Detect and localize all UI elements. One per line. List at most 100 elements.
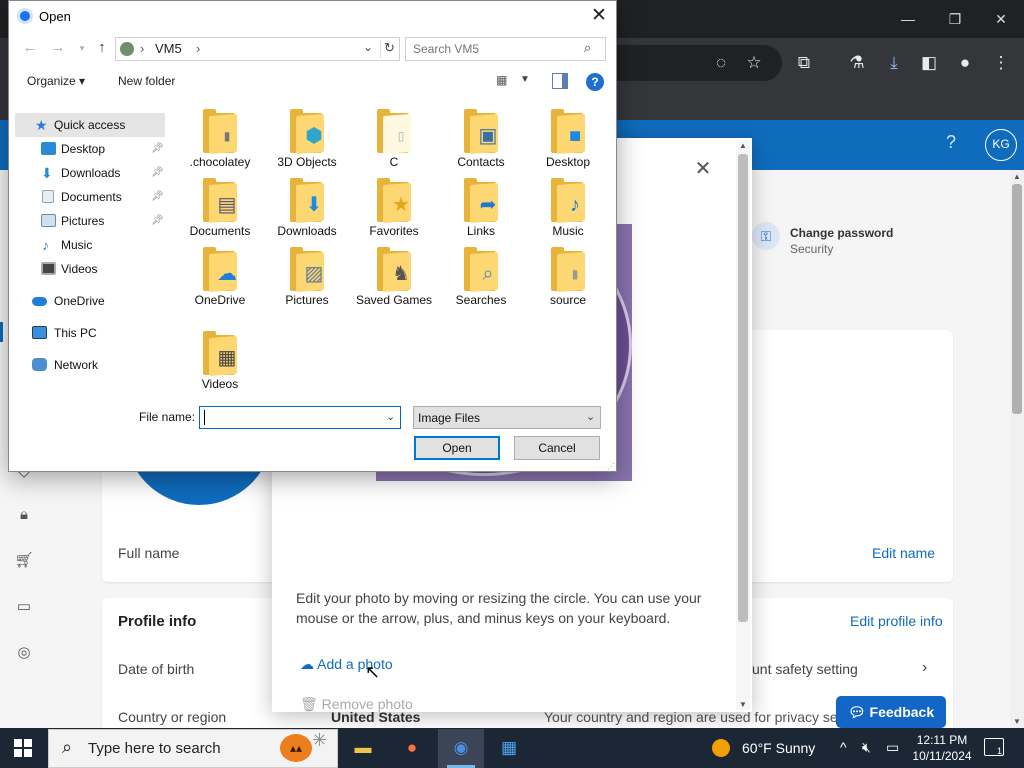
nav-videos[interactable]: Videos (9, 257, 167, 281)
edit-profile-info-link[interactable]: Edit profile info (850, 613, 943, 629)
nav-pictures[interactable]: Pictures 📌︎ (9, 209, 167, 233)
notification-icon[interactable]: 1 (984, 738, 1004, 756)
chevron-right-icon[interactable]: › (922, 659, 927, 677)
chevron-down-icon[interactable]: ⌄ (363, 40, 373, 54)
eye-off-icon[interactable]: ◌ (710, 52, 732, 74)
store-icon[interactable]: ▦ (494, 732, 524, 764)
path-separator[interactable]: › (196, 41, 200, 56)
avatar[interactable]: KG (985, 129, 1017, 161)
firefox-icon[interactable]: ● (397, 732, 427, 764)
lock-icon[interactable]: 🔒︎ (14, 506, 34, 526)
folder-item[interactable]: ★ Favorites (353, 178, 435, 239)
view-options-icon[interactable]: ▦ (496, 73, 512, 89)
chevron-down-icon[interactable]: ⌄ (386, 410, 395, 423)
music-icon: ♪ (42, 237, 49, 253)
chevron-down-icon[interactable]: ⌄ (586, 410, 595, 423)
dialog-close-button[interactable]: ✕ (586, 4, 612, 28)
dialog-titlebar[interactable] (9, 1, 616, 32)
profile-info-title: Profile info (118, 613, 197, 630)
nav-downloads[interactable]: ⬇ Downloads 📌︎ (9, 161, 167, 185)
chrome-icon[interactable]: ◉ (446, 732, 476, 764)
computer-icon (32, 326, 47, 339)
folder-item[interactable]: ⬇ Downloads (266, 178, 348, 239)
file-name: Links (466, 224, 495, 238)
folder-item[interactable]: ➦ Links (440, 178, 522, 239)
edit-name-link[interactable]: Edit name (872, 545, 935, 561)
nav-quick-access[interactable]: ★ Quick access (15, 113, 165, 137)
page-scrollbar[interactable]: ▲ ▼ (1010, 170, 1024, 728)
folder-item[interactable]: ♪ Music (527, 178, 609, 239)
feedback-button[interactable]: 💬︎ Feedback (836, 696, 946, 728)
sun-icon[interactable] (712, 739, 730, 757)
forward-arrow-icon[interactable]: → (49, 39, 67, 59)
remove-photo-link[interactable]: 🗑︎ Remove photo (300, 696, 413, 713)
nav-this-pc[interactable]: This PC (9, 321, 167, 345)
help-button[interactable]: ? (586, 73, 604, 91)
folder-item[interactable]: ⬢ 3D Objects (266, 109, 348, 170)
nav-network[interactable]: Network (9, 353, 167, 377)
folder-item[interactable]: ♞ Saved Games (353, 247, 435, 308)
help-icon[interactable]: ? (940, 132, 962, 153)
windows-start-icon[interactable] (14, 739, 32, 757)
file-name: .chocolatey (189, 155, 251, 169)
volume-muted-icon[interactable]: 🔇︎ (862, 739, 871, 756)
location-icon[interactable]: ◎ (14, 643, 34, 663)
minimize-button[interactable]: — (893, 8, 923, 30)
folder-item[interactable]: ☁ OneDrive (179, 247, 261, 308)
flask-icon[interactable]: ⚗ (846, 52, 868, 74)
modal-scrollbar[interactable]: ▲ ▼ (736, 140, 750, 710)
network-icon[interactable]: ▭ (886, 739, 899, 756)
change-password-title[interactable]: Change password (790, 226, 893, 240)
search-icon[interactable]: ⌕ (584, 40, 591, 56)
view-dropdown-icon[interactable]: ▼ (520, 74, 530, 85)
folder-item[interactable]: ▤ Documents (179, 178, 261, 239)
clock[interactable]: 12:11 PM 10/11/2024 (910, 732, 974, 764)
folder-item[interactable]: ▣ Contacts (440, 109, 522, 170)
folder-item[interactable]: ▮ .chocolatey (179, 109, 261, 170)
weather-widget[interactable]: 60°F Sunny (742, 740, 815, 756)
folder-item[interactable]: ▦ Videos (179, 331, 261, 392)
search-input[interactable]: Search VM5 ⌕ (405, 37, 606, 61)
new-folder-button[interactable]: New folder (118, 74, 175, 88)
path-separator[interactable]: › (140, 41, 144, 56)
star-icon[interactable]: ☆ (743, 52, 765, 74)
pumpkin-icon[interactable]: ▴▴ (280, 734, 312, 762)
folder-item[interactable]: ■ Desktop (527, 109, 609, 170)
resize-grip-icon[interactable]: ⋰ (607, 462, 615, 471)
menu-icon[interactable]: ⋮ (990, 52, 1012, 74)
file-name-input[interactable]: ⌄ (199, 406, 401, 429)
back-arrow-icon[interactable]: ← (21, 39, 39, 59)
profile-icon[interactable]: ● (954, 52, 976, 74)
download-icon[interactable]: ⤓ (883, 52, 905, 74)
extensions-icon[interactable]: ⧉ (793, 52, 815, 74)
account-safety-setting[interactable]: unt safety setting (752, 661, 858, 677)
cancel-button[interactable]: Cancel (514, 436, 600, 460)
path-segment[interactable]: VM5 (155, 41, 182, 56)
music-folder-icon: ♪ (549, 178, 587, 223)
refresh-icon[interactable]: ↻ (380, 40, 398, 58)
folder-item[interactable]: ▨ Pictures (266, 247, 348, 308)
nav-onedrive[interactable]: OneDrive (9, 289, 167, 313)
videos-folder-icon: ▦ (201, 331, 239, 376)
file-type-select[interactable]: Image Files ⌄ (413, 406, 601, 429)
folder-item[interactable]: ▮ source (527, 247, 609, 308)
preview-pane-icon[interactable] (552, 73, 568, 89)
side-panel-icon[interactable]: ◧ (918, 52, 940, 74)
window-close-button[interactable]: ✕ (986, 8, 1016, 30)
organize-menu[interactable]: Organize ▾ (27, 74, 85, 88)
folder-item[interactable]: ⌕ Searches (440, 247, 522, 308)
recent-dropdown-icon[interactable]: ▾ (73, 43, 91, 63)
open-button[interactable]: Open (414, 436, 500, 460)
folder-item[interactable]: ▯ C (353, 109, 435, 170)
card-icon[interactable]: ▭ (14, 597, 34, 617)
chevron-up-icon[interactable]: ^ (840, 739, 847, 755)
modal-close-button[interactable]: ✕ (692, 158, 714, 180)
restore-button[interactable]: ❐ (940, 8, 970, 30)
nav-documents[interactable]: Documents 📌︎ (9, 185, 167, 209)
address-path-bar[interactable]: › VM5 › ⌄ ↻ (115, 37, 400, 61)
file-explorer-icon[interactable]: ▬ (348, 732, 378, 764)
nav-desktop[interactable]: Desktop 📌︎ (9, 137, 167, 161)
cart-icon[interactable]: 🛒︎ (14, 551, 34, 571)
up-arrow-icon[interactable]: ↑ (93, 39, 111, 59)
nav-music[interactable]: ♪ Music (9, 233, 167, 257)
